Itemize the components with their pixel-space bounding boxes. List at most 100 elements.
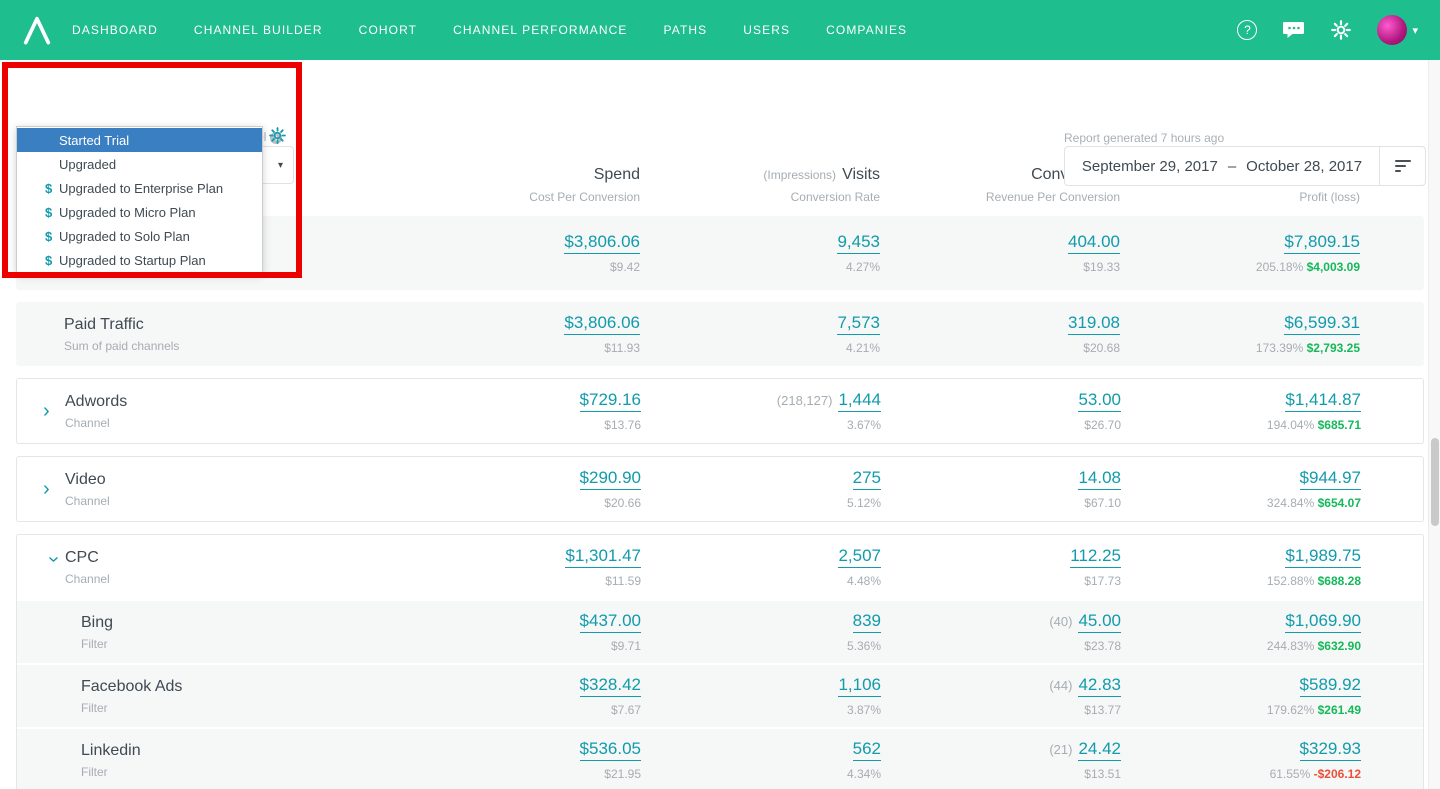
chevron-right-icon[interactable]: ›	[43, 479, 65, 499]
cell-value[interactable]: 562	[852, 740, 881, 761]
nav-item-companies[interactable]: COMPANIES	[826, 23, 907, 37]
row-label-cell: ›Paid TrafficSum of paid channels	[16, 316, 400, 353]
cell-value[interactable]: $589.92	[1299, 676, 1361, 697]
row-label: Video	[65, 470, 106, 488]
cell-value[interactable]: 7,573	[837, 314, 880, 335]
cell-value[interactable]: $6,599.31	[1284, 314, 1360, 335]
table-cell: 7,573 4.21%	[640, 314, 880, 355]
dollar-icon: $	[45, 252, 53, 268]
dropdown-item[interactable]: $ Upgraded to Solo Plan	[17, 224, 262, 248]
cell-prefix: (44)	[1049, 677, 1073, 693]
row-label: Adwords	[65, 392, 128, 410]
cell-secondary: 5.36%	[846, 638, 881, 653]
cell-value[interactable]: $328.42	[579, 676, 641, 697]
nav-item-cohort[interactable]: COHORT	[359, 23, 417, 37]
table-cell: 9,453 4.27%	[640, 233, 880, 274]
cell-value[interactable]: $437.00	[579, 612, 641, 633]
dropdown-item[interactable]: Upgraded	[17, 152, 262, 176]
row-label-text: Facebook Ads Filter	[65, 678, 182, 715]
cell-value[interactable]: $329.93	[1299, 740, 1361, 761]
cell-value[interactable]: 42.83	[1078, 676, 1121, 697]
cell-value[interactable]: $7,809.15	[1284, 233, 1360, 254]
row-label-text: CPC Channel	[65, 549, 110, 586]
avatar[interactable]	[1377, 15, 1408, 45]
dropdown-item[interactable]: $ Upgraded to Startup Plan	[17, 248, 262, 272]
chevron-down-icon[interactable]: ›	[43, 556, 65, 578]
row-label-cell: ›LinkedinFilter	[17, 742, 401, 779]
table-row[interactable]: ›Facebook AdsFilter$328.42$7.671,1063.87…	[17, 663, 1423, 727]
cell-value[interactable]: $944.97	[1299, 469, 1361, 490]
table-row[interactable]: › Adwords Channel $729.16 $13.76 (218,127) 1,4…	[17, 379, 1423, 443]
cell-value-line: $6,599.31	[1120, 314, 1360, 335]
cell-value[interactable]: 1,106	[838, 676, 881, 697]
table-cell: (21) 24.42 $13.51	[881, 740, 1121, 781]
table-row[interactable]: ›LinkedinFilter$536.05$21.955624.34%(21)…	[17, 727, 1423, 789]
dropdown-item[interactable]: $ Upgraded to Micro Plan	[17, 200, 262, 224]
row-label-cell: › Adwords Channel	[17, 393, 401, 430]
date-range-picker[interactable]: September 29, 2017– October 28, 2017	[1064, 146, 1426, 186]
chevron-right-icon[interactable]: ›	[43, 401, 65, 421]
table-row[interactable]: ›Paid TrafficSum of paid channels $3,806.…	[16, 302, 1424, 366]
nav-item-paths[interactable]: PATHS	[664, 23, 708, 37]
cell-secondary: $11.59	[605, 573, 641, 588]
cell-value[interactable]: 14.08	[1078, 469, 1121, 490]
cell-value-line: 1,106	[641, 676, 881, 697]
table-row[interactable]: › CPC Channel $1,301.47 $11.59 2,507 4.48% 112.…	[17, 535, 1423, 599]
help-icon[interactable]: ?	[1237, 20, 1258, 40]
cell-value-line: $589.92	[1121, 676, 1361, 697]
cell-value-line: $1,414.87	[1121, 391, 1361, 412]
cell-value[interactable]: $3,806.06	[564, 314, 640, 335]
cell-value[interactable]: $1,414.87	[1285, 391, 1361, 412]
cell-value[interactable]: 319.08	[1068, 314, 1120, 335]
nav-item-channel-builder[interactable]: CHANNEL BUILDER	[194, 23, 323, 37]
cell-value-line: $290.90	[401, 469, 641, 490]
dropdown-item[interactable]: Started Trial	[17, 128, 262, 152]
profit-percent: 152.88%	[1266, 573, 1318, 588]
table-cell: 2,507 4.48%	[641, 547, 881, 588]
cell-value[interactable]: 2,507	[838, 547, 881, 568]
cell-value[interactable]: $1,301.47	[565, 547, 641, 568]
cell-value[interactable]: 53.00	[1078, 391, 1121, 412]
settings-gear-icon[interactable]	[1331, 20, 1352, 40]
cell-value[interactable]: 45.00	[1078, 612, 1121, 633]
table-section: ›Paid TrafficSum of paid channels $3,806.…	[16, 302, 1424, 366]
cell-value-line: 53.00	[881, 391, 1121, 412]
cell-value[interactable]: 24.42	[1078, 740, 1121, 761]
nav-item-channel-performance[interactable]: CHANNEL PERFORMANCE	[453, 23, 627, 37]
dropdown-item[interactable]: $ Upgraded to Enterprise Plan	[17, 176, 262, 200]
table-row[interactable]: › Video Channel $290.90 $20.66 275 5.12% 14.08 $…	[17, 457, 1423, 521]
cell-value[interactable]: $3,806.06	[564, 233, 640, 254]
nav-item-users[interactable]: USERS	[743, 23, 790, 37]
nav-item-dashboard[interactable]: DASHBOARD	[72, 23, 158, 37]
vertical-scrollbar[interactable]	[1428, 60, 1440, 789]
cell-value[interactable]: 404.00	[1068, 233, 1120, 254]
cell-secondary: 4.27%	[845, 259, 880, 274]
cell-value[interactable]: 9,453	[837, 233, 880, 254]
profit-amount: $632.90	[1317, 638, 1361, 653]
cell-value-line: $329.93	[1121, 740, 1361, 761]
row-label: Bing	[81, 613, 114, 631]
cell-value-line: $1,069.90	[1121, 612, 1361, 633]
profit-percent: 324.84%	[1266, 495, 1318, 510]
cell-value[interactable]: 112.25	[1070, 547, 1121, 568]
cell-value[interactable]: 839	[852, 612, 881, 633]
cell-value[interactable]: $1,989.75	[1285, 547, 1361, 568]
cell-value[interactable]: $1,069.90	[1285, 612, 1361, 633]
chevron-down-icon: ▾	[277, 159, 283, 171]
app-logo-icon[interactable]	[22, 15, 52, 45]
cell-value[interactable]: 1,444	[838, 391, 881, 412]
user-menu[interactable]: ▾	[1377, 15, 1418, 45]
cell-value[interactable]: 275	[852, 469, 881, 490]
cell-value[interactable]: $536.05	[579, 740, 641, 761]
table-row[interactable]: ›BingFilter$437.00$9.718395.36%(40)45.00…	[17, 599, 1423, 663]
profit-amount: $688.28	[1317, 573, 1361, 588]
cell-value-line: 839	[641, 612, 881, 633]
gear-icon[interactable]	[269, 127, 286, 144]
cell-value[interactable]: $290.90	[579, 469, 641, 490]
cell-prefix: (40)	[1049, 613, 1073, 629]
cell-value[interactable]: $729.16	[579, 391, 641, 412]
sort-icon[interactable]	[1379, 147, 1425, 185]
table-cell: $729.16 $13.76	[401, 391, 641, 432]
chat-icon[interactable]	[1283, 20, 1305, 40]
scrollbar-thumb[interactable]	[1431, 438, 1439, 526]
